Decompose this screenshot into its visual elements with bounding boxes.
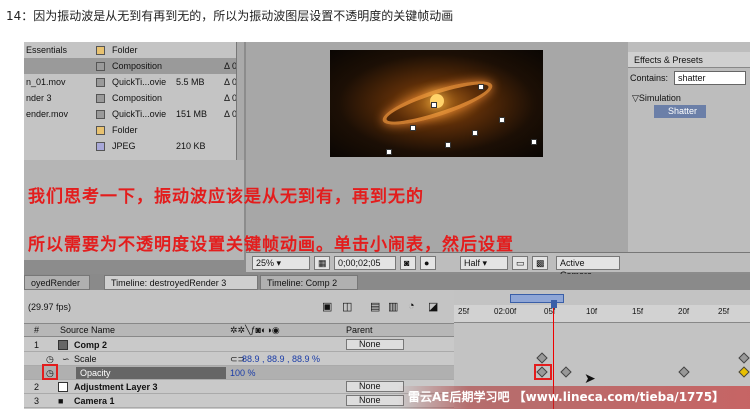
keyframe-highlight-box	[534, 364, 552, 380]
cursor-arrow-icon: ➤	[584, 370, 596, 386]
draft-3d-icon[interactable]: ◫	[342, 300, 352, 313]
timeline-tabs: oyedRender 2 Timeline: destroyedRender 3…	[24, 274, 750, 302]
project-row[interactable]: Folder	[24, 122, 236, 138]
project-row[interactable]: nder 3 Composition Δ 0;	[24, 90, 240, 106]
transform-handle[interactable]	[410, 125, 416, 131]
transform-handle[interactable]	[531, 139, 537, 145]
playhead-icon[interactable]	[551, 300, 557, 308]
label-color-swatch	[96, 78, 105, 87]
project-row[interactable]: JPEG 210 KB	[24, 138, 236, 154]
frame-rate-label: (29.97 fps)	[28, 302, 72, 312]
label-color-swatch	[96, 110, 105, 119]
color-channel-icon[interactable]: ●	[420, 256, 436, 270]
frame-blending-icon[interactable]: ▥	[388, 300, 398, 313]
adjustment-layer-icon	[58, 382, 68, 392]
timeline-header: (29.97 fps) ▣ ◫ ▤ ▥ ◔ ◪	[24, 290, 454, 323]
tab-render-2[interactable]: oyedRender 2	[24, 275, 90, 302]
transparency-grid-icon[interactable]: ▩	[532, 256, 548, 270]
switches-icon: ✲✲╲ƒ◙◐◑◉	[230, 325, 280, 335]
transform-handle[interactable]	[478, 84, 484, 90]
project-row[interactable]: n_01.mov QuickTi...ovie 5.5 MB Δ 0;	[24, 74, 240, 90]
layer-row[interactable]: 1 Comp 2 None	[24, 338, 454, 352]
motion-blur-icon[interactable]: ◔	[408, 300, 415, 312]
transform-handle[interactable]	[445, 142, 451, 148]
zoom-dropdown[interactable]: 25% ▾	[252, 256, 310, 270]
effects-search-input[interactable]: shatter	[674, 71, 746, 85]
label-color-swatch	[96, 126, 105, 135]
after-effects-window: Essentials Folder Composition Δ 0; n_01.…	[24, 42, 750, 409]
label-color-swatch	[96, 62, 105, 71]
stopwatch-highlight-box	[42, 364, 58, 380]
keyframe-opacity[interactable]	[560, 366, 572, 378]
tutorial-overlay-line-1: 我们思考一下，振动波应该是从无到有，再到无的	[28, 187, 424, 207]
transform-handle[interactable]	[472, 130, 478, 136]
transform-handle[interactable]	[499, 117, 505, 123]
composition-viewer[interactable]	[246, 42, 628, 252]
property-row: ◷ Opacity 100 %	[24, 366, 454, 380]
label-color-swatch	[96, 94, 105, 103]
watermark-text: 雷云AE后期学习吧 【www.lineca.com/tieba/1775】	[398, 386, 750, 409]
opacity-label: Opacity	[76, 367, 226, 379]
project-row[interactable]: Essentials Folder	[24, 42, 236, 58]
simulation-category[interactable]: ▽Simulation	[632, 93, 681, 104]
project-row[interactable]: ender.mov QuickTi...ovie 151 MB Δ 0;	[24, 106, 240, 122]
comp-icon	[58, 340, 68, 350]
project-row[interactable]: Composition Δ 0;	[24, 58, 240, 74]
camera-icon: ■	[58, 396, 64, 406]
keyframe-scale[interactable]	[536, 352, 548, 364]
property-row: ◷ ∽ Scale ⊂⊃ 88.9 , 88.9 , 88.9 %	[24, 352, 454, 366]
parent-dropdown[interactable]: None	[346, 395, 404, 406]
grid-icon[interactable]: ▦	[314, 256, 330, 270]
column-parent[interactable]: Parent	[346, 325, 373, 335]
effects-presets-tab[interactable]: Effects & Presets	[628, 52, 750, 68]
tutorial-overlay-line-2: 所以需要为不透明度设置关键帧动画。单击小闹表，然后设置	[28, 235, 514, 255]
transform-handle[interactable]	[386, 149, 392, 155]
timeline-column-headers: # Source Name ✲✲╲ƒ◙◐◑◉ Parent	[24, 323, 454, 337]
parent-dropdown[interactable]: None	[346, 339, 404, 350]
project-panel: Essentials Folder Composition Δ 0; n_01.…	[24, 42, 240, 160]
keyframe-opacity[interactable]	[738, 366, 750, 378]
tab-timeline-destroyedrender-3[interactable]: Timeline: destroyedRender 3	[104, 275, 258, 290]
label-color-swatch	[96, 142, 105, 151]
caption-text: 14：因为振动波是从无到有再到无的，所以为振动波图层设置不透明度的关键帧动画	[6, 9, 454, 23]
hide-shy-icon[interactable]: ▤	[370, 300, 380, 313]
scale-value[interactable]: 88.9 , 88.9 , 88.9 %	[242, 352, 320, 366]
column-source-name[interactable]: Source Name	[60, 325, 115, 335]
time-ruler[interactable]: 25f 02:00f 05f 10f 15f 20f 25f	[454, 305, 750, 323]
keyframe-scale[interactable]	[738, 352, 750, 364]
timecode-field[interactable]: 0;00;02;05	[334, 256, 396, 270]
contains-label: Contains:	[630, 73, 669, 83]
triangle-down-icon: ▽	[632, 93, 639, 103]
opacity-value[interactable]: 100 %	[230, 366, 256, 380]
column-number: #	[34, 325, 40, 335]
resolution-dropdown[interactable]: Half ▾	[460, 256, 508, 270]
effects-presets-panel: Effects & Presets Contains: shatter ▽Sim…	[628, 42, 750, 252]
transform-handle[interactable]	[431, 102, 437, 108]
comp-flowchart-icon[interactable]: ▣	[322, 300, 332, 313]
shatter-effect-item[interactable]: Shatter	[654, 105, 706, 118]
layer-row[interactable]: 3 ■ Camera 1 None	[24, 394, 454, 408]
viewer-footer: 25% ▾ ▦ 0;00;02;05 ◙ ● Half ▾ ▭ ▩ Active…	[246, 252, 750, 280]
chain-link-icon: ∽	[62, 354, 70, 364]
parent-dropdown[interactable]: None	[346, 381, 404, 392]
keyframe-opacity[interactable]	[678, 366, 690, 378]
graph-editor-icon[interactable]: ◪	[428, 300, 438, 313]
region-of-interest-icon[interactable]: ▭	[512, 256, 528, 270]
camera-view-dropdown[interactable]: Active Camera	[556, 256, 620, 280]
layer-row[interactable]: 2 Adjustment Layer 3 None	[24, 380, 454, 394]
camera-snapshot-icon[interactable]: ◙	[400, 256, 416, 270]
project-scrollbar[interactable]	[236, 42, 244, 160]
label-color-swatch	[96, 46, 105, 55]
tab-timeline-comp-2[interactable]: Timeline: Comp 2	[260, 275, 358, 290]
